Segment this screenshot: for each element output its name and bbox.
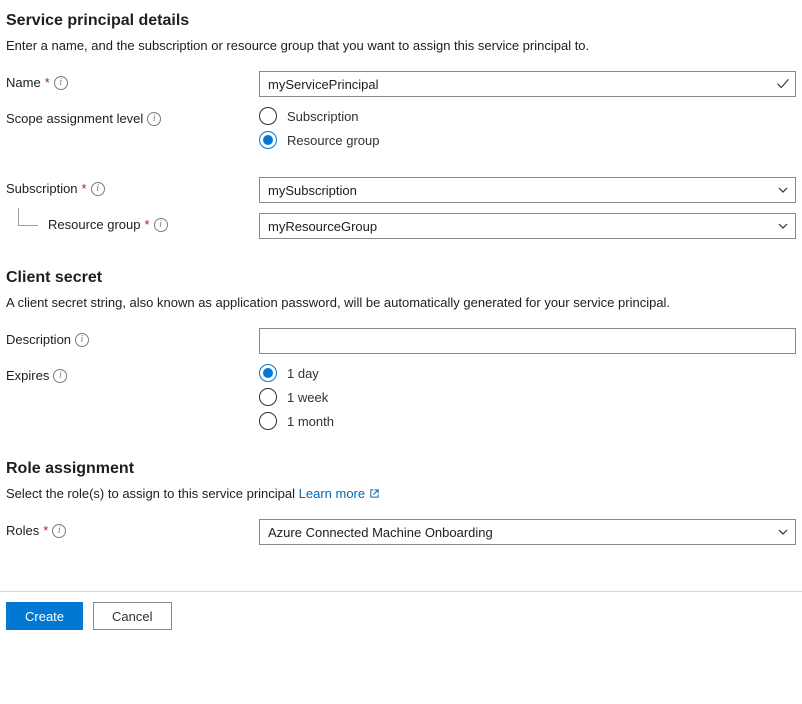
section-desc-role: Select the role(s) to assign to this ser… [6,486,796,501]
description-input[interactable] [259,328,796,354]
tree-connector-icon [18,208,38,226]
radio-label: Subscription [287,109,359,124]
section-desc-secret: A client secret string, also known as ap… [6,295,796,310]
section-heading-secret: Client secret [6,269,796,287]
info-icon[interactable]: i [75,333,89,347]
name-input[interactable] [259,71,796,97]
chevron-down-icon [777,220,789,232]
roles-dropdown[interactable]: Azure Connected Machine Onboarding [259,519,796,545]
expires-radio-1month[interactable]: 1 month [259,412,796,430]
dropdown-value: Azure Connected Machine Onboarding [268,525,493,540]
radio-icon [259,364,277,382]
scope-radio-resource-group[interactable]: Resource group [259,131,796,149]
info-icon[interactable]: i [147,112,161,126]
resource-group-label: Resource group* i [6,213,259,232]
external-link-icon [369,488,380,499]
scope-radio-subscription[interactable]: Subscription [259,107,796,125]
learn-more-link[interactable]: Learn more [299,486,380,501]
radio-label: Resource group [287,133,380,148]
chevron-down-icon [777,184,789,196]
expires-radio-1week[interactable]: 1 week [259,388,796,406]
section-heading-spd: Service principal details [6,12,796,30]
info-icon[interactable]: i [91,182,105,196]
radio-label: 1 month [287,414,334,429]
radio-icon [259,388,277,406]
resource-group-dropdown[interactable]: myResourceGroup [259,213,796,239]
name-label: Name* i [6,71,259,90]
radio-label: 1 week [287,390,328,405]
info-icon[interactable]: i [54,76,68,90]
subscription-dropdown[interactable]: mySubscription [259,177,796,203]
dropdown-value: myResourceGroup [268,219,377,234]
section-heading-role: Role assignment [6,460,796,478]
chevron-down-icon [777,526,789,538]
scope-label: Scope assignment level i [6,107,259,126]
dropdown-value: mySubscription [268,183,357,198]
create-button[interactable]: Create [6,602,83,630]
radio-icon [259,412,277,430]
radio-icon [259,131,277,149]
description-label: Description i [6,328,259,347]
cancel-button[interactable]: Cancel [93,602,171,630]
radio-label: 1 day [287,366,319,381]
info-icon[interactable]: i [154,218,168,232]
subscription-label: Subscription* i [6,177,259,196]
info-icon[interactable]: i [53,369,67,383]
info-icon[interactable]: i [52,524,66,538]
roles-label: Roles* i [6,519,259,538]
section-desc-spd: Enter a name, and the subscription or re… [6,38,796,53]
radio-icon [259,107,277,125]
expires-radio-1day[interactable]: 1 day [259,364,796,382]
expires-label: Expires i [6,364,259,383]
